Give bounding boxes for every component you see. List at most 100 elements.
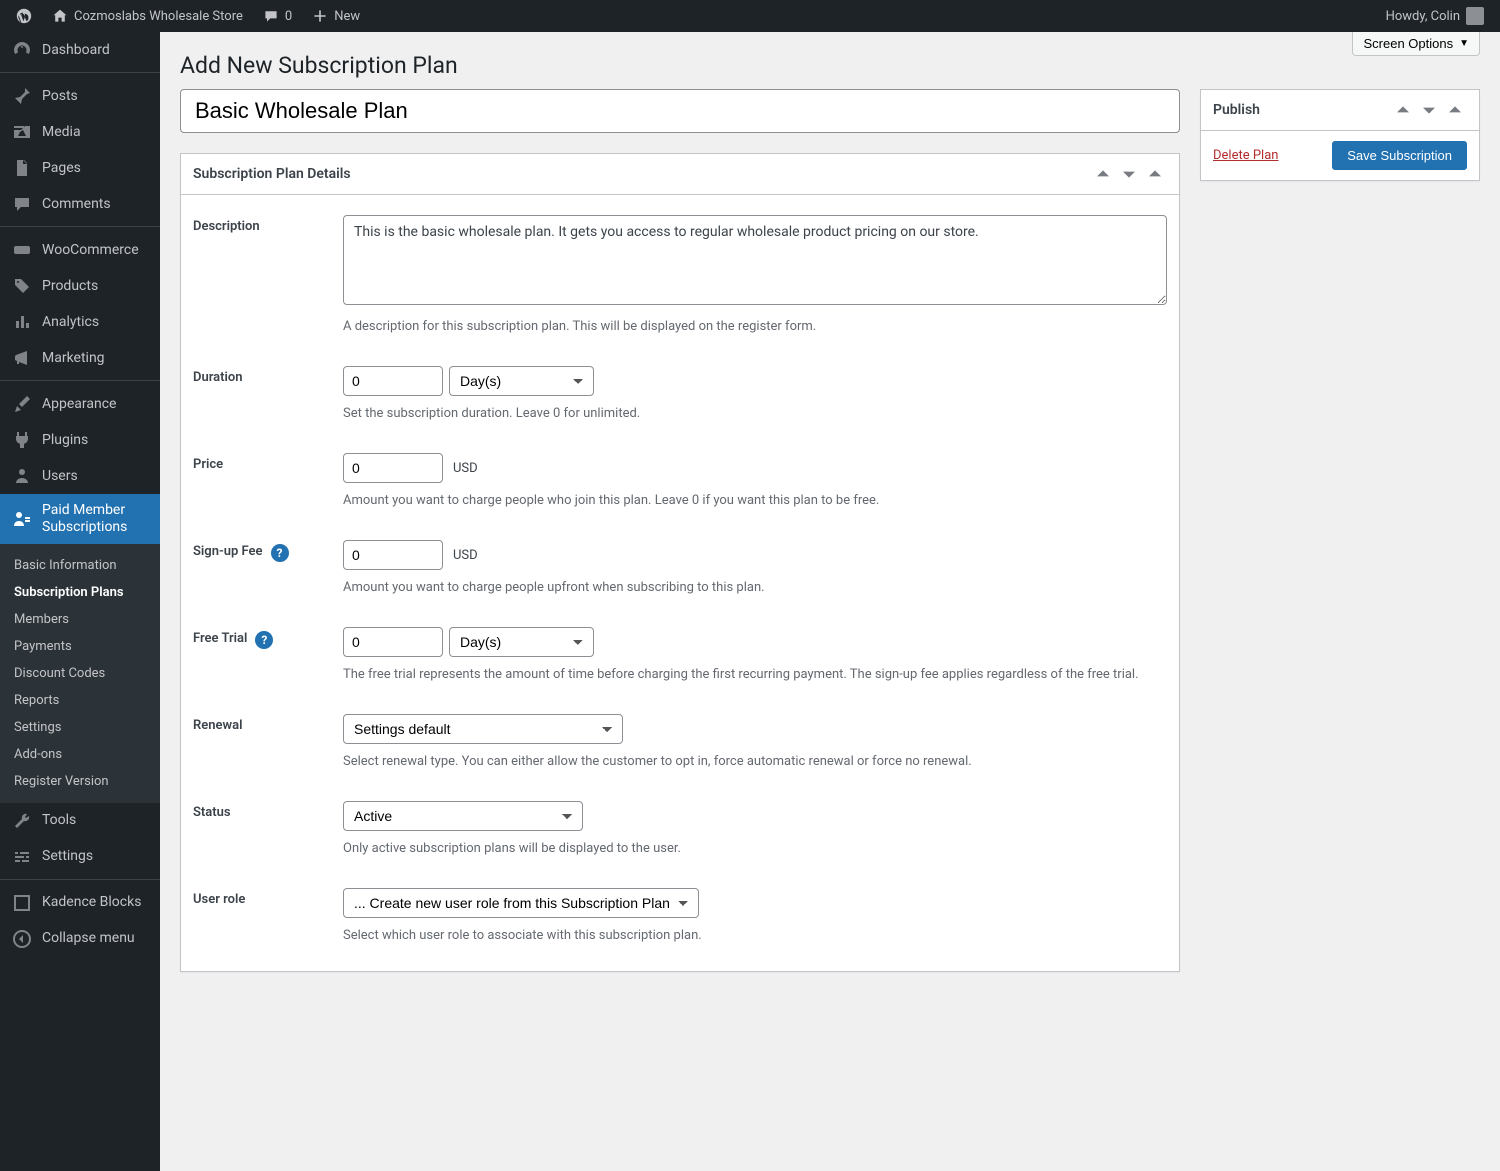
comments-count: 0 [285,9,292,24]
free-trial-help: The free trial represents the amount of … [343,667,1167,682]
menu-posts[interactable]: Posts [0,78,160,114]
comments-icon [12,194,32,214]
menu-products[interactable]: Products [0,268,160,304]
wordpress-icon [16,8,32,24]
brush-icon [12,394,32,414]
help-icon[interactable]: ? [255,631,273,649]
move-up-button[interactable] [1391,98,1415,122]
subscription-icon [12,509,32,529]
free-trial-input[interactable] [343,627,443,657]
renewal-help: Select renewal type. You can either allo… [343,754,1167,769]
menu-appearance[interactable]: Appearance [0,386,160,422]
submenu: Basic Information Subscription Plans Mem… [0,544,160,803]
new-link[interactable]: New [304,0,368,32]
subscription-details-box: Subscription Plan Details Description [180,153,1180,972]
account-link[interactable]: Howdy, Colin [1378,0,1492,32]
submenu-reports[interactable]: Reports [0,687,160,714]
page-title: Add New Subscription Plan [180,32,1480,89]
howdy-text: Howdy, Colin [1386,9,1460,24]
submenu-register-version[interactable]: Register Version [0,768,160,795]
plan-title-input[interactable] [180,89,1180,133]
chevron-down-icon: ▼ [1459,38,1469,49]
toggle-panel-button[interactable] [1443,98,1467,122]
woocommerce-icon [12,240,32,260]
site-link[interactable]: Cozmoslabs Wholesale Store [44,0,251,32]
free-trial-unit-select[interactable]: Day(s) [449,627,594,657]
menu-paid-member-subscriptions[interactable]: Paid Member Subscriptions [0,494,160,544]
menu-tools[interactable]: Tools [0,803,160,839]
move-up-button[interactable] [1091,162,1115,186]
submenu-subscription-plans[interactable]: Subscription Plans [0,579,160,606]
status-select[interactable]: Active [343,801,583,831]
plug-icon [12,430,32,450]
submenu-discount-codes[interactable]: Discount Codes [0,660,160,687]
site-name: Cozmoslabs Wholesale Store [74,9,243,24]
dashboard-icon [12,40,32,60]
move-down-button[interactable] [1117,162,1141,186]
price-currency: USD [453,461,478,476]
signup-fee-currency: USD [453,548,478,563]
save-subscription-button[interactable]: Save Subscription [1332,141,1467,170]
wrench-icon [12,811,32,831]
signup-fee-input[interactable] [343,540,443,570]
products-icon [12,276,32,296]
submenu-add-ons[interactable]: Add-ons [0,741,160,768]
avatar [1466,7,1484,25]
toggle-panel-button[interactable] [1143,162,1167,186]
publish-heading: Publish [1213,90,1260,130]
menu-collapse[interactable]: Collapse menu [0,921,160,957]
wp-logo[interactable] [8,0,40,32]
menu-woocommerce[interactable]: WooCommerce [0,232,160,268]
renewal-label: Renewal [193,714,343,769]
collapse-icon [12,929,32,949]
screen-options-button[interactable]: Screen Options ▼ [1352,32,1480,56]
description-help: A description for this subscription plan… [343,319,1167,334]
pin-icon [12,86,32,106]
publish-box: Publish Delete Plan Save Subscription [1200,89,1480,181]
details-heading: Subscription Plan Details [193,154,351,194]
pages-icon [12,158,32,178]
duration-label: Duration [193,366,343,421]
help-icon[interactable]: ? [271,544,289,562]
kadence-icon [12,893,32,913]
duration-unit-select[interactable]: Day(s) [449,366,594,396]
renewal-select[interactable]: Settings default [343,714,623,744]
media-icon [12,122,32,142]
signup-fee-label: Sign-up Fee [193,544,263,559]
status-help: Only active subscription plans will be d… [343,841,1167,856]
menu-kadence-blocks[interactable]: Kadence Blocks [0,885,160,921]
submenu-payments[interactable]: Payments [0,633,160,660]
comments-link[interactable]: 0 [255,0,300,32]
description-textarea[interactable] [343,215,1167,305]
signup-fee-help: Amount you want to charge people upfront… [343,580,1167,595]
users-icon [12,466,32,486]
submenu-settings[interactable]: Settings [0,714,160,741]
price-label: Price [193,453,343,508]
duration-input[interactable] [343,366,443,396]
menu-analytics[interactable]: Analytics [0,304,160,340]
menu-dashboard[interactable]: Dashboard [0,32,160,68]
submenu-members[interactable]: Members [0,606,160,633]
description-label: Description [193,215,343,334]
user-role-select[interactable]: ... Create new user role from this Subsc… [343,888,699,918]
menu-users[interactable]: Users [0,458,160,494]
price-help: Amount you want to charge people who joi… [343,493,1167,508]
delete-plan-link[interactable]: Delete Plan [1213,148,1278,163]
main-content: Screen Options ▼ Add New Subscription Pl… [160,32,1500,1171]
move-down-button[interactable] [1417,98,1441,122]
megaphone-icon [12,348,32,368]
menu-marketing[interactable]: Marketing [0,340,160,376]
menu-plugins[interactable]: Plugins [0,422,160,458]
free-trial-label: Free Trial [193,631,247,646]
analytics-icon [12,312,32,332]
user-role-help: Select which user role to associate with… [343,928,1167,943]
menu-comments[interactable]: Comments [0,186,160,222]
price-input[interactable] [343,453,443,483]
duration-help: Set the subscription duration. Leave 0 f… [343,406,1167,421]
submenu-basic-information[interactable]: Basic Information [0,552,160,579]
menu-settings[interactable]: Settings [0,839,160,875]
menu-media[interactable]: Media [0,114,160,150]
admin-menu: Dashboard Posts Media Pages Comments Woo… [0,32,160,1171]
new-label: New [334,9,360,24]
menu-pages[interactable]: Pages [0,150,160,186]
